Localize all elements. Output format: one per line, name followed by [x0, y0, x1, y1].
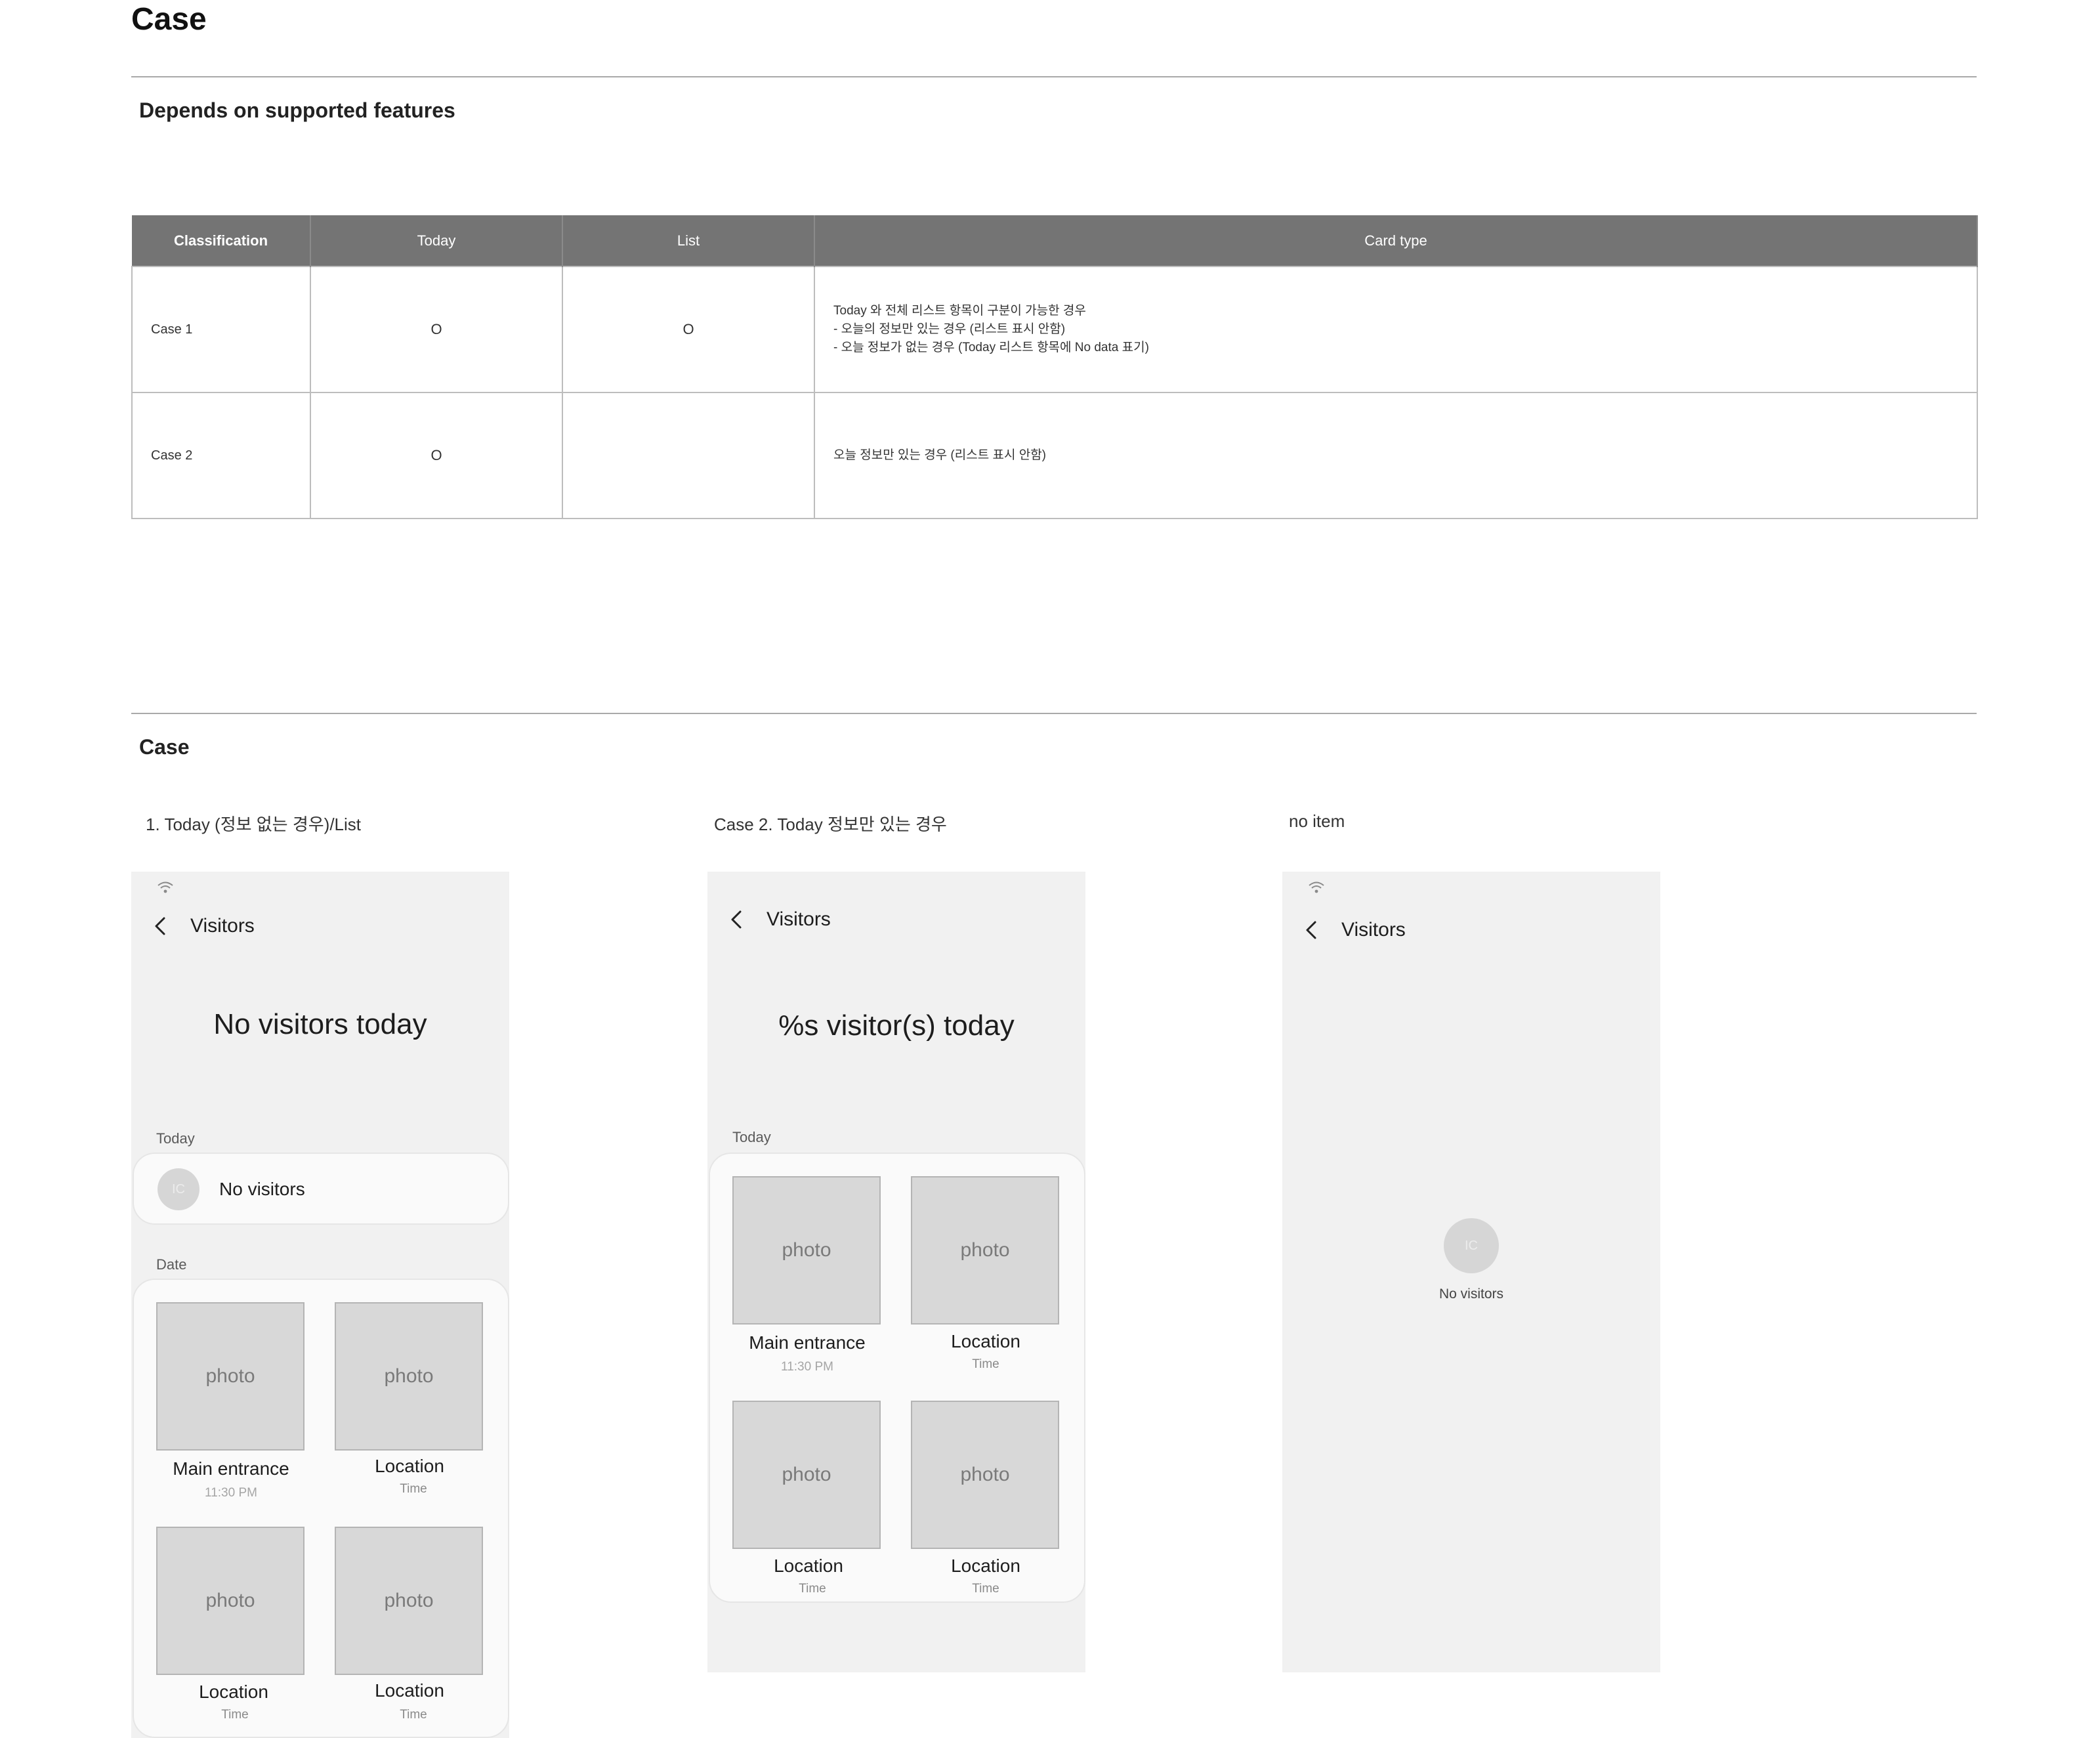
chevron-left-icon[interactable] — [151, 916, 171, 936]
tile-title: Location — [774, 1556, 843, 1576]
cell-card-type: 오늘 정보만 있는 경우 (리스트 표시 안함) — [814, 392, 1978, 519]
tile-time: Time — [221, 1708, 249, 1722]
photo-thumbnail[interactable]: photo — [732, 1401, 881, 1549]
avatar: IC — [1444, 1218, 1499, 1273]
photo-thumbnail[interactable]: photo — [335, 1302, 483, 1451]
card-type-line: Today 와 전체 리스트 항목이 구분이 가능한 경우 — [833, 304, 1086, 318]
table-header-row: Classification Today List Card type — [132, 215, 1978, 266]
cell-classification: Case 1 — [131, 266, 311, 393]
today-card[interactable]: IC No visitors — [133, 1153, 509, 1225]
case-label-2: Case 2. Today 정보만 있는 경우 — [714, 815, 947, 834]
tile-title: Location — [199, 1682, 268, 1702]
cell-card-type: Today 와 전체 리스트 항목이 구분이 가능한 경우 - 오늘의 정보만 … — [814, 266, 1978, 393]
photo-thumbnail[interactable]: photo — [911, 1176, 1059, 1325]
tile-title: Location — [375, 1680, 444, 1701]
case-label-1: 1. Today (정보 없는 경우)/List — [146, 815, 362, 834]
card-type-line: 오늘 정보만 있는 경우 (리스트 표시 안함) — [833, 448, 1047, 462]
headline: No visitors today — [213, 1008, 427, 1040]
photo-thumbnail[interactable]: photo — [156, 1527, 304, 1675]
phone-case-1: Visitors No visitors today Today IC No v… — [131, 872, 509, 1738]
app-title: Visitors — [766, 908, 831, 930]
empty-state-label: No visitors — [1438, 1286, 1504, 1302]
photo-thumbnail[interactable]: photo — [911, 1401, 1059, 1549]
cell-list — [562, 392, 815, 519]
wifi-icon — [1309, 881, 1324, 893]
card-type-line: - 오늘 정보가 없는 경우 (Today 리스트 항목에 No data 표기… — [833, 341, 1149, 354]
cell-classification: Case 2 — [131, 392, 311, 519]
feature-table: Classification Today List Card type Case… — [131, 215, 1978, 519]
tile-time: 11:30 PM — [781, 1360, 833, 1374]
app-title: Visitors — [190, 915, 255, 937]
tile-title: Location — [951, 1331, 1020, 1351]
avatar: IC — [158, 1168, 200, 1210]
page-title: Case — [131, 2, 207, 37]
column-header-classification: Classification — [132, 215, 311, 266]
photo-thumbnail[interactable]: photo — [732, 1176, 881, 1325]
chevron-left-icon[interactable] — [727, 910, 747, 929]
cell-list: O — [562, 266, 815, 393]
tile-title: Location — [375, 1456, 444, 1476]
section-title-case: Case — [139, 735, 190, 759]
wifi-icon — [158, 881, 173, 893]
phone-case-3: Visitors IC No visitors — [1282, 872, 1660, 1672]
group-label-today: Today — [156, 1130, 195, 1147]
column-header-list: List — [562, 215, 815, 266]
divider — [131, 713, 1977, 714]
table-row: Case 1 O O Today 와 전체 리스트 항목이 구분이 가능한 경우… — [131, 266, 1978, 393]
photo-thumbnail[interactable]: photo — [156, 1302, 304, 1451]
column-header-today: Today — [310, 215, 563, 266]
tile-time: Time — [400, 1708, 427, 1722]
today-card: photo Main entrance 11:30 PM photo Locat… — [709, 1153, 1085, 1603]
section-title-features: Depends on supported features — [139, 98, 455, 122]
tile-time: Time — [400, 1482, 427, 1496]
tile-time: Time — [972, 1582, 999, 1596]
cell-today: O — [310, 266, 563, 393]
chevron-left-icon[interactable] — [1302, 920, 1322, 940]
card-type-line: - 오늘의 정보만 있는 경우 (리스트 표시 안함) — [833, 322, 1066, 336]
date-card: photo Main entrance 11:30 PM photo Locat… — [133, 1279, 509, 1738]
tile-time: Time — [972, 1357, 999, 1371]
tile-time: Time — [799, 1582, 826, 1596]
tile-title: Main entrance — [749, 1332, 866, 1353]
no-visitors-label: No visitors — [219, 1179, 305, 1199]
divider — [131, 76, 1977, 77]
cell-today: O — [310, 392, 563, 519]
tile-title: Main entrance — [173, 1458, 289, 1479]
tile-title: Location — [951, 1556, 1020, 1576]
headline: %s visitor(s) today — [778, 1009, 1015, 1042]
app-title: Visitors — [1341, 919, 1406, 941]
column-header-card-type: Card type — [814, 215, 1978, 266]
tile-time: 11:30 PM — [205, 1486, 257, 1500]
group-label-today: Today — [732, 1129, 771, 1145]
photo-thumbnail[interactable]: photo — [335, 1527, 483, 1675]
table-row: Case 2 O 오늘 정보만 있는 경우 (리스트 표시 안함) — [131, 392, 1978, 519]
phone-case-2: Visitors %s visitor(s) today Today photo… — [707, 872, 1085, 1672]
case-label-3: no item — [1289, 811, 1345, 831]
group-label-date: Date — [156, 1256, 187, 1273]
